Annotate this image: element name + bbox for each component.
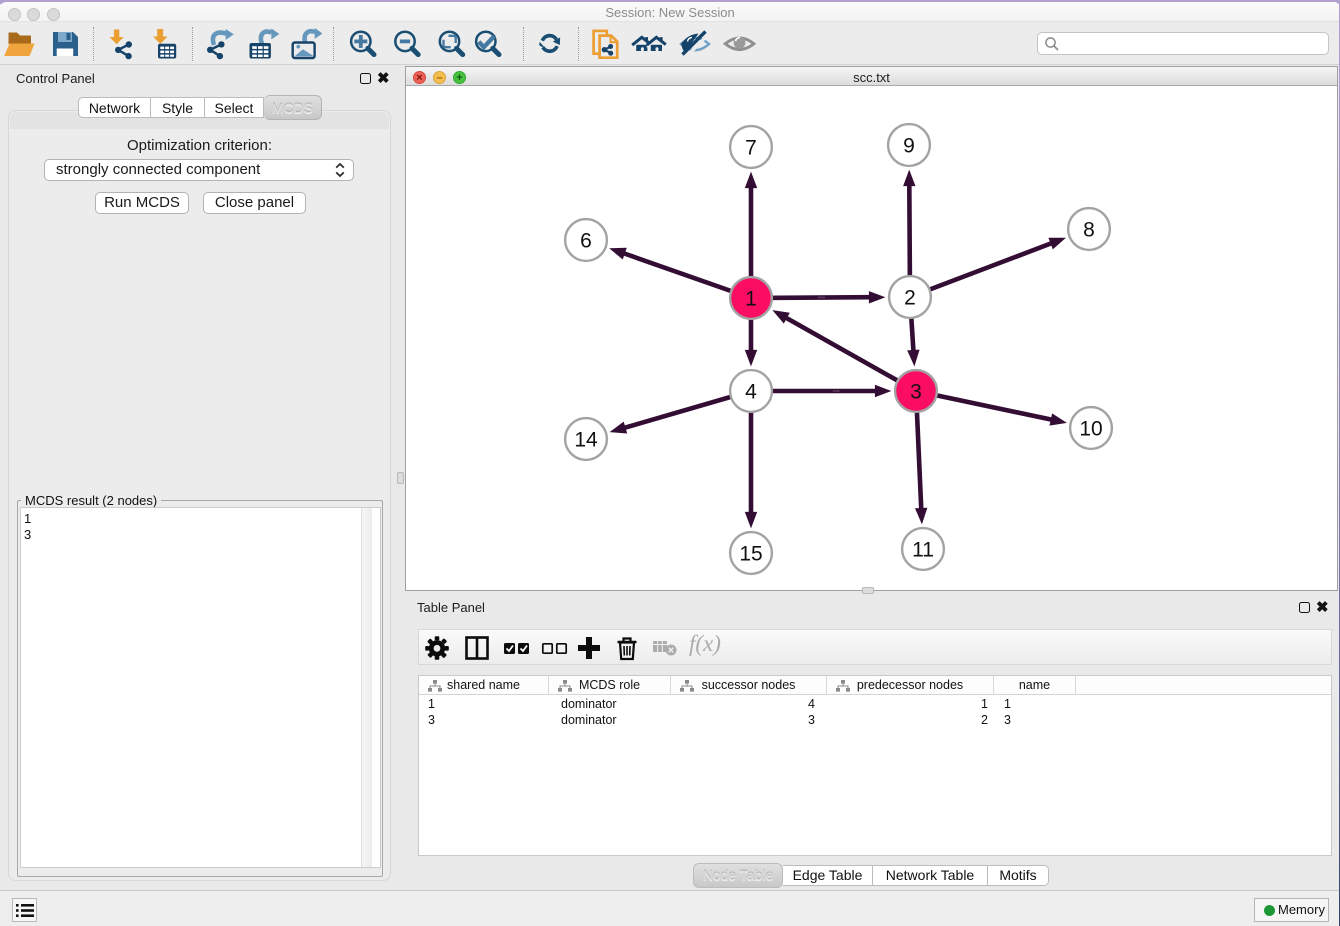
svg-text:8: 8 (1083, 219, 1095, 242)
svg-text:7: 7 (745, 137, 757, 160)
svg-text:2: 2 (904, 287, 916, 310)
svg-text:3: 3 (910, 381, 922, 404)
svg-text:4: 4 (745, 381, 757, 404)
svg-text:10: 10 (1079, 418, 1102, 441)
svg-text:14: 14 (574, 429, 598, 452)
svg-text:9: 9 (903, 135, 915, 158)
svg-text:15: 15 (739, 543, 762, 566)
svg-text:11: 11 (912, 539, 934, 562)
svg-text:1: 1 (745, 288, 757, 311)
svg-text:6: 6 (580, 230, 592, 253)
